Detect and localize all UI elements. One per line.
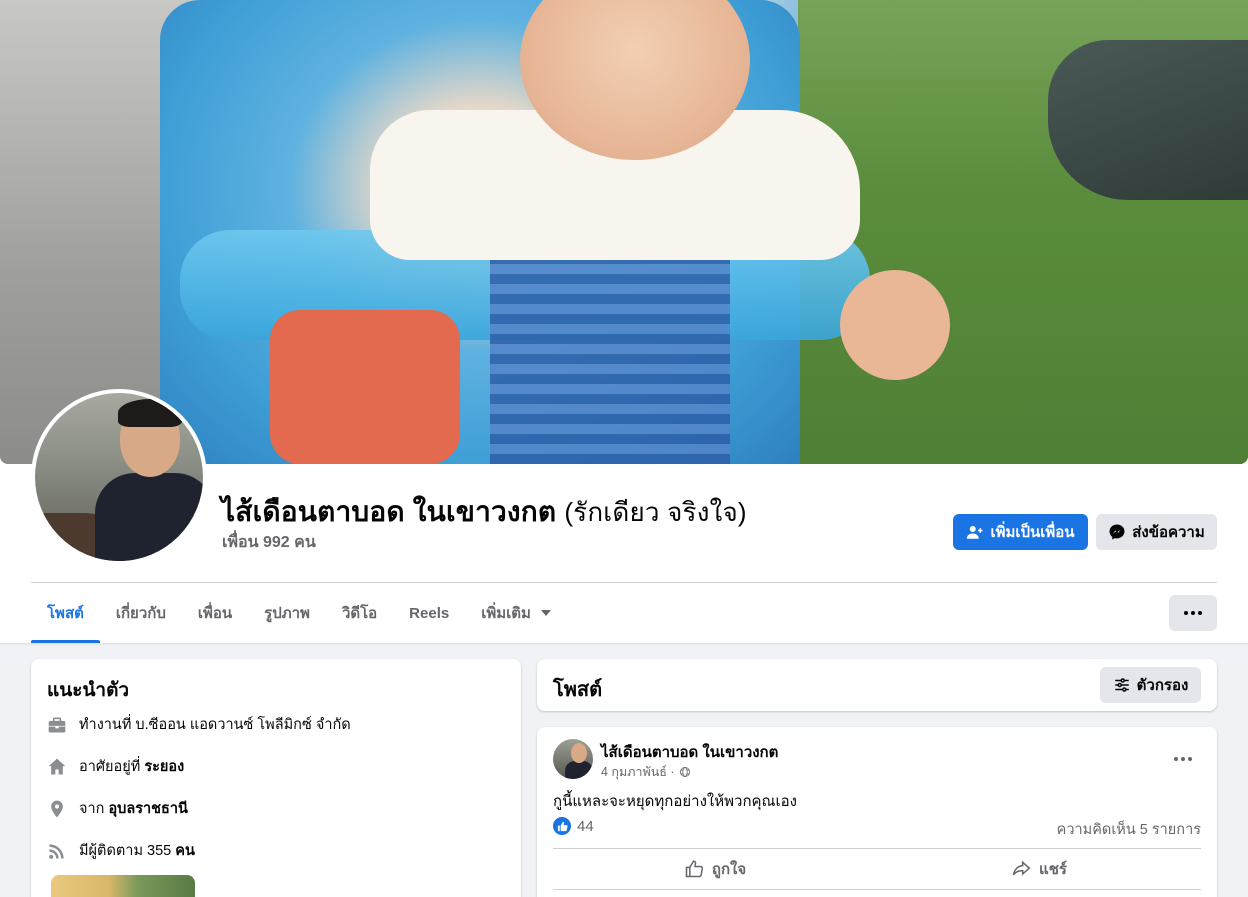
post-author-avatar[interactable]	[553, 739, 593, 779]
cover-photo[interactable]	[0, 0, 1248, 464]
message-label: ส่งข้อความ	[1132, 524, 1205, 541]
post-card: ไส้เดือนตาบอด ในเขาวงกต 4 กุมภาพันธ์ · ก…	[537, 727, 1217, 897]
post-divider	[553, 848, 1201, 849]
tab-videos[interactable]: วิดีโอ	[326, 583, 393, 643]
tab-reels[interactable]: Reels	[393, 583, 465, 643]
filter-button[interactable]: ตัวกรอง	[1100, 667, 1201, 703]
like-label: ถูกใจ	[711, 861, 747, 878]
tab-label: วิดีโอ	[341, 605, 378, 622]
rss-followers-icon	[49, 843, 64, 859]
intro-lives-prefix: อาศัยอยู่ที่	[79, 759, 141, 775]
post-author-name[interactable]: ไส้เดือนตาบอด ในเขาวงกต	[601, 740, 778, 764]
tab-label: รูปภาพ	[264, 605, 310, 622]
thumbs-up-icon	[685, 860, 703, 878]
profile-nickname: (รักเดียว จริงใจ)	[564, 497, 747, 527]
intro-followers-prefix: มีผู้ติดตาม 355	[79, 843, 172, 859]
friends-count[interactable]: เพื่อน 992 คน	[222, 530, 316, 555]
post-divider	[553, 889, 1201, 890]
profile-tabs: โพสต์ เกี่ยวกับ เพื่อน รูปภาพ วิดีโอ Ree…	[31, 583, 567, 643]
profile-name: ไส้เดือนตาบอด ในเขาวงกต (รักเดียว จริงใจ…	[221, 490, 747, 534]
location-pin-icon	[51, 800, 63, 817]
share-button[interactable]: แชร์	[877, 853, 1201, 885]
tab-posts[interactable]: โพสต์	[31, 583, 100, 643]
post-meta: 4 กุมภาพันธ์ ·	[601, 762, 691, 782]
messenger-icon	[1109, 524, 1125, 540]
add-friend-button[interactable]: เพิ่มเป็นเพื่อน	[953, 514, 1088, 550]
intro-from: จาก อุบลราชธานี	[47, 797, 188, 820]
add-friend-icon	[967, 526, 983, 539]
intro-followers-unit[interactable]: คน	[175, 843, 195, 859]
profile-name-text: ไส้เดือนตาบอด ในเขาวงกต	[221, 496, 557, 527]
filter-label: ตัวกรอง	[1136, 677, 1189, 694]
share-icon	[1012, 860, 1031, 876]
intro-work-text: ทำงานที่ บ.ซีออน แอดวานซ์ โพลีมิกซ์ จำกั…	[79, 717, 351, 733]
more-dots-icon	[1184, 611, 1202, 615]
intro-title: แนะนำตัว	[47, 680, 130, 701]
intro-from-prefix: จาก	[79, 801, 105, 817]
tab-label: โพสต์	[47, 605, 84, 622]
more-dots-icon	[1174, 757, 1192, 761]
post-options-button[interactable]	[1165, 741, 1201, 777]
intro-lives: อาศัยอยู่ที่ ระยอง	[47, 755, 184, 778]
profile-more-button[interactable]	[1169, 595, 1217, 631]
globe-icon	[679, 767, 690, 777]
comments-count[interactable]: ความคิดเห็น 5 รายการ	[1057, 818, 1201, 841]
share-label: แชร์	[1039, 861, 1067, 878]
intro-card: แนะนำตัว ทำงานที่ บ.ซีออน แอดวานซ์ โพลีม…	[31, 659, 521, 897]
message-button[interactable]: ส่งข้อความ	[1096, 514, 1217, 550]
like-button[interactable]: ถูกใจ	[553, 853, 877, 885]
chevron-down-icon	[540, 610, 551, 616]
like-reaction-icon	[553, 817, 571, 835]
tab-about[interactable]: เกี่ยวกับ	[100, 583, 182, 643]
tab-label: เพื่อน	[197, 605, 233, 622]
profile-avatar[interactable]	[35, 393, 203, 561]
post-text: กูนี้แหละจะหยุดทุกอย่างให้พวกคุณเอง	[553, 793, 797, 810]
intro-from-city[interactable]: อุบลราชธานี	[108, 801, 187, 817]
reactions-summary[interactable]: 44	[553, 817, 594, 835]
likes-count: 44	[577, 817, 594, 835]
tab-label: Reels	[409, 604, 450, 622]
profile-header: ไส้เดือนตาบอด ในเขาวงกต (รักเดียว จริงใจ…	[0, 0, 1248, 643]
tab-more[interactable]: เพิ่มเติม	[465, 583, 567, 643]
tab-photos[interactable]: รูปภาพ	[248, 583, 326, 643]
tab-friends[interactable]: เพื่อน	[182, 583, 248, 643]
post-date[interactable]: 4 กุมภาพันธ์ ·	[601, 762, 675, 782]
briefcase-icon	[48, 717, 66, 732]
tab-label: เกี่ยวกับ	[115, 605, 166, 622]
filter-icon	[1114, 678, 1129, 692]
intro-work: ทำงานที่ บ.ซีออน แอดวานซ์ โพลีมิกซ์ จำกั…	[47, 713, 351, 736]
posts-header-card: โพสต์ ตัวกรอง	[537, 659, 1217, 711]
intro-lives-city[interactable]: ระยอง	[144, 759, 184, 775]
home-icon	[48, 758, 66, 774]
posts-title: โพสต์	[553, 679, 603, 701]
tab-label: เพิ่มเติม	[481, 605, 531, 622]
featured-photo[interactable]	[51, 875, 195, 897]
add-friend-label: เพิ่มเป็นเพื่อน	[990, 524, 1075, 541]
intro-followers: มีผู้ติดตาม 355 คน	[47, 839, 195, 862]
